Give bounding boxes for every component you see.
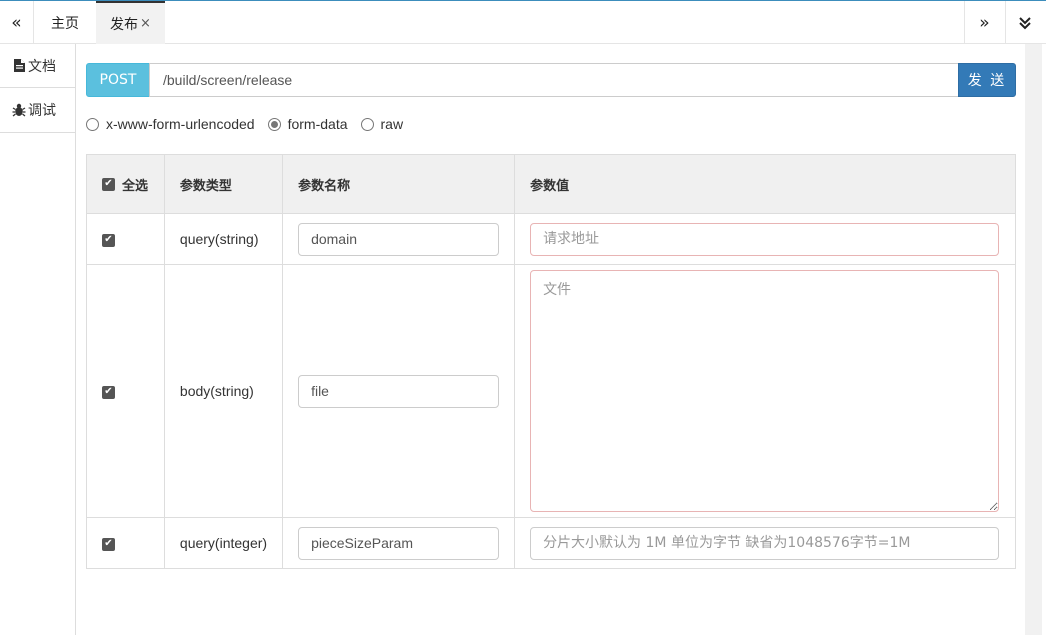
- row-checkbox[interactable]: ✔: [102, 537, 115, 551]
- param-name-input[interactable]: pieceSizeParam: [298, 526, 500, 560]
- radio-form-data[interactable]: [267, 117, 281, 131]
- table-header-row: ✔ 全选 参数类型 参数名称 参数值: [86, 154, 1016, 214]
- header-select-all: ✔ 全选: [86, 154, 165, 214]
- side-tab-debug-label: 调试: [28, 103, 56, 119]
- param-name-cell: file: [282, 264, 516, 518]
- radio-form-data-label: form-data: [287, 116, 348, 132]
- table-row: ✔ body(string) file: [86, 264, 1016, 518]
- row-checkbox-cell: ✔: [86, 517, 165, 569]
- radio-raw[interactable]: [360, 117, 374, 131]
- header-name: 参数名称: [282, 154, 516, 214]
- double-chevron-down-icon[interactable]: [1005, 1, 1043, 44]
- row-checkbox[interactable]: ✔: [102, 385, 115, 399]
- tab-home[interactable]: 主页: [35, 1, 95, 44]
- param-value-input[interactable]: [530, 222, 1000, 256]
- select-all-label: 全选: [122, 178, 149, 194]
- close-icon[interactable]: ×: [140, 16, 151, 31]
- params-table: ✔ 全选 参数类型 参数名称 参数值 ✔ query(string) domai…: [86, 154, 1016, 569]
- side-tabs: 文档 调试: [0, 44, 76, 635]
- tab-release[interactable]: 发布 ×: [96, 1, 165, 44]
- header-type: 参数类型: [163, 154, 284, 214]
- double-chevron-left-icon[interactable]: «: [0, 1, 34, 44]
- param-value-cell: [514, 517, 1016, 569]
- table-row: ✔ query(integer) pieceSizeParam: [86, 517, 1016, 569]
- row-checkbox[interactable]: ✔: [102, 233, 115, 247]
- radio-raw-label: raw: [380, 116, 404, 132]
- param-name-cell: domain: [282, 213, 516, 265]
- param-type: query(string): [163, 213, 284, 265]
- send-button[interactable]: 发 送: [958, 63, 1016, 97]
- side-tab-doc-label: 文档: [28, 58, 56, 75]
- vertical-scrollbar[interactable]: [1025, 44, 1042, 635]
- param-value-textarea[interactable]: [530, 270, 1000, 512]
- header-value: 参数值: [514, 154, 1016, 214]
- param-value-cell: [514, 213, 1016, 265]
- param-name-input[interactable]: file: [298, 374, 500, 408]
- table-row: ✔ query(string) domain: [86, 213, 1016, 265]
- param-name-input[interactable]: domain: [298, 222, 500, 256]
- radio-urlencoded[interactable]: [86, 117, 99, 131]
- tab-bar: « 主页 发布 × »: [0, 0, 1046, 44]
- side-tab-doc[interactable]: 文档: [0, 44, 75, 88]
- url-input[interactable]: [149, 63, 959, 97]
- row-checkbox-cell: ✔: [86, 264, 165, 518]
- row-checkbox-cell: ✔: [86, 213, 165, 265]
- body-type-group: x-www-form-urlencoded form-data raw: [86, 114, 416, 134]
- file-icon: [12, 59, 26, 72]
- bug-icon: [12, 103, 26, 117]
- param-type: query(integer): [163, 517, 284, 569]
- select-all-checkbox[interactable]: ✔: [102, 177, 115, 191]
- http-method-badge: POST: [86, 63, 150, 97]
- tab-release-label: 发布: [110, 16, 139, 33]
- param-type: body(string): [163, 264, 284, 518]
- tab-home-label: 主页: [51, 15, 79, 32]
- double-chevron-right-icon[interactable]: »: [964, 1, 1004, 44]
- param-value-cell: [514, 264, 1016, 518]
- radio-urlencoded-label: x-www-form-urlencoded: [106, 116, 255, 132]
- param-value-input[interactable]: [530, 526, 1000, 560]
- param-name-cell: pieceSizeParam: [282, 517, 516, 569]
- side-tab-debug[interactable]: 调试: [0, 88, 75, 133]
